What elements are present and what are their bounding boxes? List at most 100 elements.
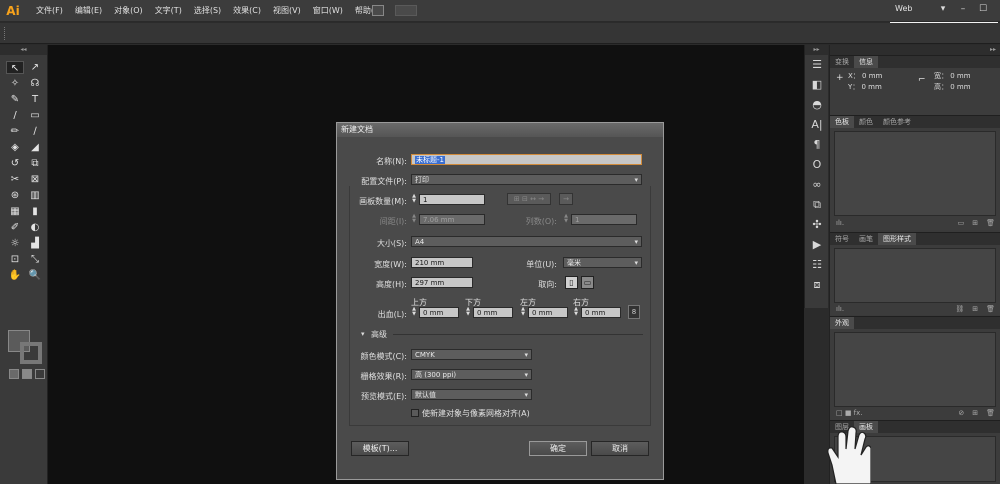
bleed-top-field[interactable]: 0 mm (419, 307, 459, 318)
tab-symbols[interactable]: 符号 (830, 233, 854, 245)
panel-shortcut-icon[interactable]: ◓ (805, 95, 829, 115)
tool-icon[interactable]: ∕ (26, 125, 44, 138)
maximize-button[interactable]: ☐ (978, 4, 988, 14)
workspace-dropdown-icon[interactable]: ▾ (938, 4, 948, 14)
colormode-dropdown[interactable]: CMYK (411, 349, 532, 361)
menu-item[interactable]: 效果(C) (227, 0, 267, 22)
bleed-bottom-field[interactable]: 0 mm (473, 307, 513, 318)
artboards-field[interactable]: 1 (419, 194, 485, 205)
menu-item[interactable]: 文件(F) (30, 0, 69, 22)
tab-color[interactable]: 颜色 (854, 116, 878, 128)
artboard-layout-buttons[interactable]: ⊞ ⊟ ↔ → (507, 193, 551, 205)
tool-icon[interactable]: ✋ (6, 269, 24, 282)
color-mode-swatch[interactable] (9, 369, 19, 379)
tool-icon[interactable]: ✏ (6, 125, 24, 138)
advanced-label[interactable]: 高级 (371, 329, 387, 340)
tab-transform[interactable]: 变换 (830, 56, 854, 68)
tool-icon[interactable]: ⤡ (26, 253, 44, 266)
tool-icon[interactable]: ▥ (26, 189, 44, 202)
profile-dropdown[interactable]: 打印 (411, 174, 642, 186)
bridge-icon[interactable] (372, 5, 384, 16)
tool-icon[interactable]: 🔍 (26, 269, 44, 282)
bleed-top-spinner-icon[interactable]: ▲ ▼ (411, 307, 417, 318)
menu-item[interactable]: 编辑(E) (69, 0, 108, 22)
bleed-left-field[interactable]: 0 mm (528, 307, 568, 318)
library-icon[interactable]: ılı. (836, 218, 844, 229)
tab-brushes[interactable]: 画笔 (854, 233, 878, 245)
none-mode-swatch[interactable] (35, 369, 45, 379)
stroke-swatch[interactable] (20, 342, 42, 364)
artboard-order-button[interactable]: → (559, 193, 573, 205)
tool-icon[interactable]: ✧ (6, 77, 24, 90)
tool-icon[interactable]: ↖ (6, 61, 24, 74)
panel-shortcut-icon[interactable]: ☰ (805, 55, 829, 75)
bleed-right-field[interactable]: 0 mm (581, 307, 621, 318)
units-dropdown[interactable]: 毫米 (563, 257, 642, 269)
tool-icon[interactable]: ◈ (6, 141, 24, 154)
tool-icon[interactable]: ▮ (26, 205, 44, 218)
bleed-left-spinner-icon[interactable]: ▲ ▼ (520, 307, 526, 318)
width-field[interactable]: 210 mm (411, 257, 473, 268)
break-link-icon[interactable]: ⛓ (955, 304, 964, 315)
collapse-toolbar-icon[interactable]: ◂◂ (0, 45, 47, 55)
swatch-grid[interactable] (834, 131, 996, 216)
panel-shortcut-icon[interactable]: ▶ (805, 235, 829, 255)
tab-swatches[interactable]: 色板 (830, 116, 854, 128)
tab-graphic-styles[interactable]: 图形样式 (878, 233, 916, 245)
menu-item[interactable]: 选择(S) (188, 0, 227, 22)
bleed-bottom-spinner-icon[interactable]: ▲ ▼ (465, 307, 471, 318)
add-stroke-icon[interactable]: □ ■ fx. (836, 408, 863, 419)
panel-shortcut-icon[interactable]: ¶ (805, 135, 829, 155)
name-field[interactable]: 未标题-1 (411, 154, 642, 165)
ok-button[interactable]: 确定 (529, 441, 587, 456)
collapse-dock-icon[interactable]: ▸▸ (830, 45, 1000, 55)
tool-icon[interactable]: ↗ (26, 61, 44, 74)
tool-icon[interactable]: T (26, 93, 44, 106)
tool-icon[interactable]: ◐ (26, 221, 44, 234)
preview-dropdown[interactable]: 默认值 (411, 389, 532, 401)
styles-library-icon[interactable]: ılı. (836, 304, 844, 315)
menu-item[interactable]: 窗口(W) (307, 0, 349, 22)
templates-button[interactable]: 模板(T)... (351, 441, 409, 456)
gradient-mode-swatch[interactable] (22, 369, 32, 379)
tool-icon[interactable]: ✎ (6, 93, 24, 106)
delete-icon[interactable]: 🗑 (986, 218, 995, 229)
grip-handle[interactable] (4, 27, 7, 40)
expand-panels-icon[interactable]: ▸▸ (805, 45, 828, 55)
portrait-icon[interactable]: ▯ (565, 276, 578, 289)
tool-icon[interactable]: ☊ (26, 77, 44, 90)
tool-icon[interactable]: ↺ (6, 157, 24, 170)
panel-shortcut-icon[interactable]: A| (805, 115, 829, 135)
tool-icon[interactable]: ◢ (26, 141, 44, 154)
expand-advanced-icon[interactable]: ▾ (361, 330, 365, 338)
tab-appearance[interactable]: 外观 (830, 317, 854, 329)
cancel-button[interactable]: 取消 (591, 441, 649, 456)
panel-shortcut-icon[interactable]: ⧉ (805, 195, 829, 215)
tool-icon[interactable]: ✐ (6, 221, 24, 234)
panel-shortcut-icon[interactable]: O (805, 155, 829, 175)
panel-shortcut-icon[interactable]: ◧ (805, 75, 829, 95)
panel-shortcut-icon[interactable]: ✣ (805, 215, 829, 235)
tool-icon[interactable]: ⧉ (26, 157, 44, 170)
landscape-icon[interactable]: ▭ (581, 276, 594, 289)
menu-item[interactable]: 文字(T) (149, 0, 188, 22)
tool-icon[interactable]: ▦ (6, 205, 24, 218)
align-pixel-grid-checkbox[interactable] (411, 409, 419, 417)
arrange-documents-dropdown[interactable] (395, 5, 417, 16)
tool-icon[interactable]: ▭ (26, 109, 44, 122)
tool-icon[interactable]: ⊡ (6, 253, 24, 266)
panel-shortcut-icon[interactable]: ⧈ (805, 275, 829, 295)
tab-color-guide[interactable]: 颜色参考 (878, 116, 916, 128)
tool-icon[interactable]: ⊠ (26, 173, 44, 186)
folder-icon[interactable]: ▭ (958, 218, 965, 229)
size-dropdown[interactable]: A4 (411, 236, 642, 248)
tab-info[interactable]: 信息 (854, 56, 878, 68)
menu-item[interactable]: 视图(V) (267, 0, 307, 22)
raster-dropdown[interactable]: 高 (300 ppi) (411, 369, 532, 381)
delete-style-icon[interactable]: 🗑 (986, 304, 995, 315)
styles-grid[interactable] (834, 248, 996, 303)
height-field[interactable]: 297 mm (411, 277, 473, 288)
bleed-right-spinner-icon[interactable]: ▲ ▼ (573, 307, 579, 318)
tool-icon[interactable]: ☼ (6, 237, 24, 250)
appearance-list[interactable] (834, 332, 996, 407)
